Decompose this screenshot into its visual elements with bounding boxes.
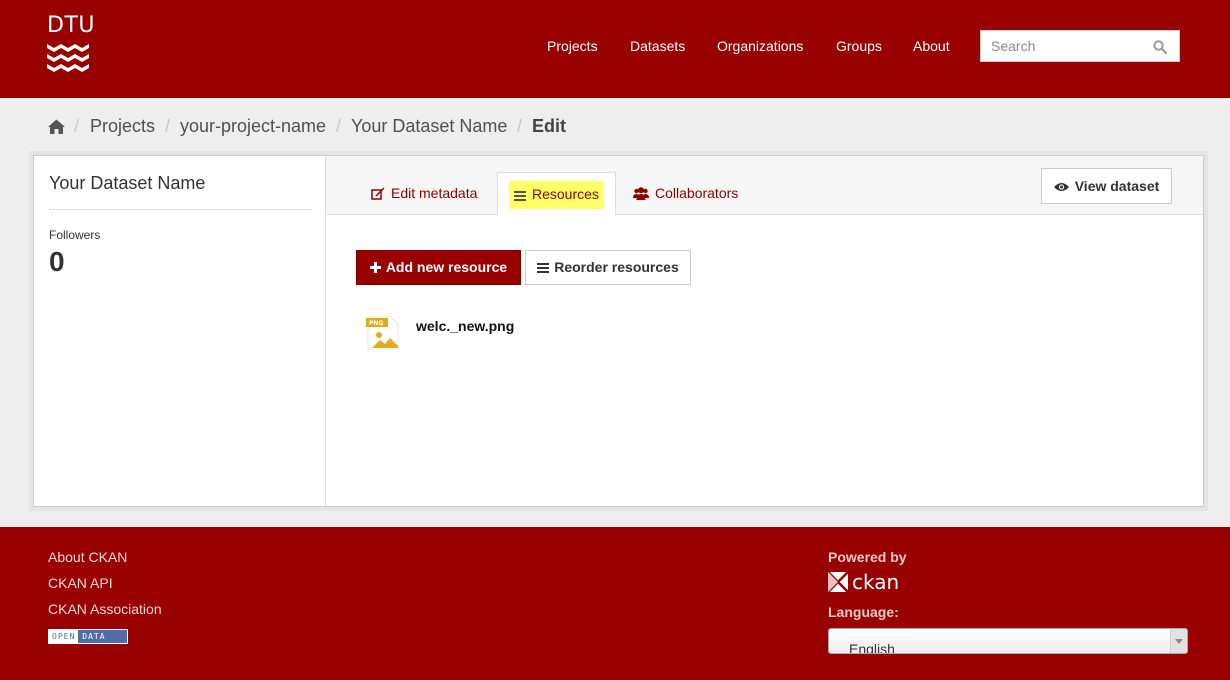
language-value: English: [849, 641, 895, 654]
language-select[interactable]: English: [828, 628, 1188, 654]
resource-item[interactable]: PNG welc._new.png: [366, 314, 766, 351]
edit-icon: [371, 187, 385, 203]
footer-link-ckan-association[interactable]: CKAN Association: [48, 601, 162, 617]
badge-left: OPEN: [49, 630, 79, 643]
breadcrumb-projects[interactable]: Projects: [90, 116, 155, 136]
followers-label: Followers: [49, 228, 101, 242]
badge-right: DATA: [82, 632, 106, 641]
search-input[interactable]: [991, 37, 1151, 55]
list-icon: [514, 188, 526, 204]
open-data-badge[interactable]: OPEN DATA: [48, 629, 128, 644]
ckan-logo-icon: [827, 571, 849, 593]
reorder-resources-button[interactable]: Reorder resources: [525, 250, 691, 285]
plus-icon: [369, 252, 381, 285]
tab-resources[interactable]: Resources: [497, 172, 616, 216]
search-icon[interactable]: [1153, 40, 1168, 59]
tab-label: Collaborators: [655, 185, 739, 201]
chevron-down-icon[interactable]: [1170, 629, 1187, 653]
view-dataset-label: View dataset: [1074, 178, 1160, 194]
add-resource-label: Add new resource: [385, 259, 508, 275]
breadcrumb-separator: /: [74, 116, 80, 136]
footer-link-ckan-api[interactable]: CKAN API: [48, 575, 113, 591]
nav-projects[interactable]: Projects: [547, 37, 598, 55]
users-icon: [633, 187, 649, 203]
home-icon[interactable]: [48, 118, 65, 138]
powered-by-label: Powered by: [828, 549, 907, 565]
primary-content: Edit metadata Resources Collaborators Vi…: [326, 156, 1203, 506]
breadcrumb-dataset[interactable]: Your Dataset Name: [351, 116, 507, 136]
ckan-logo[interactable]: ckan: [827, 570, 900, 594]
dataset-sidebar: Your Dataset Name Followers 0: [34, 156, 326, 506]
breadcrumb-separator: /: [517, 116, 523, 136]
tabs-bar: Edit metadata Resources Collaborators Vi…: [326, 156, 1203, 216]
resource-name[interactable]: welc._new.png: [416, 318, 514, 334]
breadcrumb-separator: /: [165, 116, 171, 136]
followers-count: 0: [49, 246, 65, 277]
nav-groups[interactable]: Groups: [836, 37, 882, 55]
masthead: DTU Projects Datasets Organizations Grou…: [0, 0, 1230, 98]
breadcrumb-separator: /: [336, 116, 342, 136]
reorder-resources-label: Reorder resources: [554, 259, 679, 275]
png-file-icon: PNG: [366, 315, 400, 355]
tab-collaborators[interactable]: Collaborators: [633, 172, 738, 216]
breadcrumb-active[interactable]: Edit: [532, 116, 566, 136]
ckan-logo-text: ckan: [852, 570, 900, 594]
list-icon: [537, 252, 550, 285]
breadcrumb-project[interactable]: your-project-name: [180, 116, 326, 136]
nav-about[interactable]: About: [913, 37, 950, 55]
search-box: [980, 30, 1180, 62]
logo-text: DTU: [47, 13, 95, 38]
tab-label: Edit metadata: [391, 185, 478, 201]
tab-edit-metadata[interactable]: Edit metadata: [371, 172, 477, 216]
language-label: Language:: [828, 604, 899, 620]
footer-link-about-ckan[interactable]: About CKAN: [48, 549, 127, 565]
waves-icon: [47, 44, 89, 72]
view-dataset-button[interactable]: View dataset: [1041, 168, 1172, 204]
tab-highlight: Resources: [509, 181, 603, 209]
site-footer: About CKAN CKAN API CKAN Association OPE…: [0, 527, 1230, 680]
eye-icon: [1053, 170, 1069, 204]
dataset-title: Your Dataset Name: [49, 173, 206, 193]
add-resource-button[interactable]: Add new resource: [356, 250, 521, 285]
svg-text:PNG: PNG: [369, 320, 383, 327]
divider: [49, 209, 311, 210]
content-wrapper: Your Dataset Name Followers 0 Edit metad…: [33, 155, 1204, 507]
nav-datasets[interactable]: Datasets: [630, 37, 685, 55]
dtu-logo[interactable]: DTU: [47, 13, 95, 76]
nav-organizations[interactable]: Organizations: [717, 37, 803, 55]
tab-label: Resources: [532, 186, 599, 202]
